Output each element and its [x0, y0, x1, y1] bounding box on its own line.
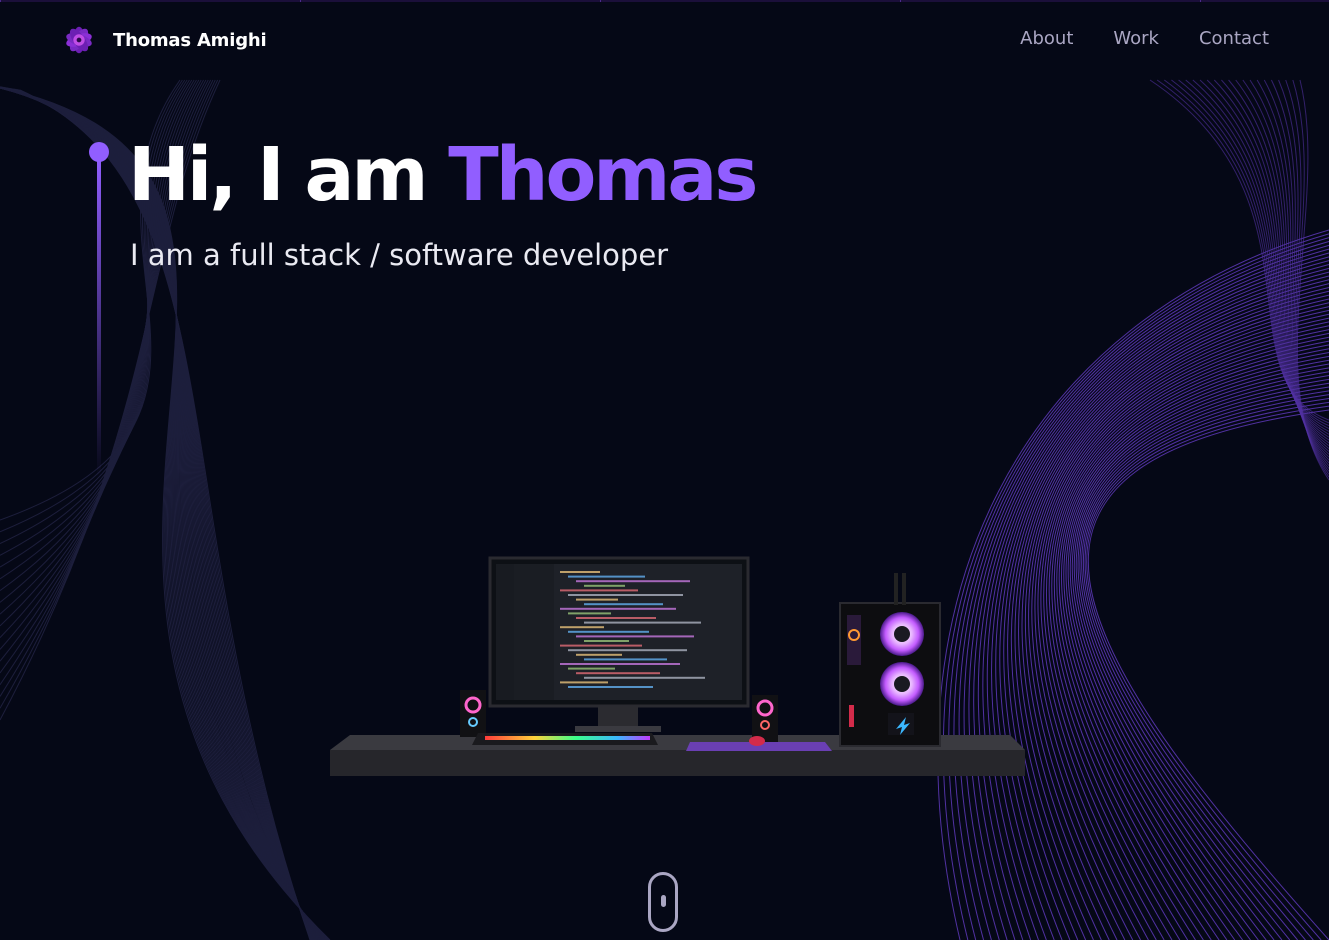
hero-name: Thomas [448, 132, 758, 218]
nav-link-contact[interactable]: Contact [1199, 28, 1269, 49]
nav-link-about[interactable]: About [1020, 28, 1073, 49]
navbar: Thomas Amighi About Work Contact [0, 0, 1329, 80]
hero-greeting: Hi, I am [128, 132, 449, 218]
portfolio-page: Thomas Amighi About Work Contact Hi, I a… [0, 0, 1329, 940]
hero-heading: Hi, I am Thomas [128, 132, 758, 218]
purple-flower-icon [66, 26, 92, 54]
scroll-down-indicator[interactable] [648, 872, 678, 932]
nav-link-work[interactable]: Work [1113, 28, 1159, 49]
nav-links: About Work Contact [1020, 28, 1269, 49]
computer-desk-3d-icon[interactable] [320, 545, 1040, 790]
brand-name: Thomas Amighi [113, 29, 267, 51]
hero-accent-line [97, 158, 101, 478]
brand-link[interactable]: Thomas Amighi [60, 21, 267, 59]
hero-subtitle: I am a full stack / software developer [130, 238, 669, 272]
scroll-dot [661, 895, 666, 907]
